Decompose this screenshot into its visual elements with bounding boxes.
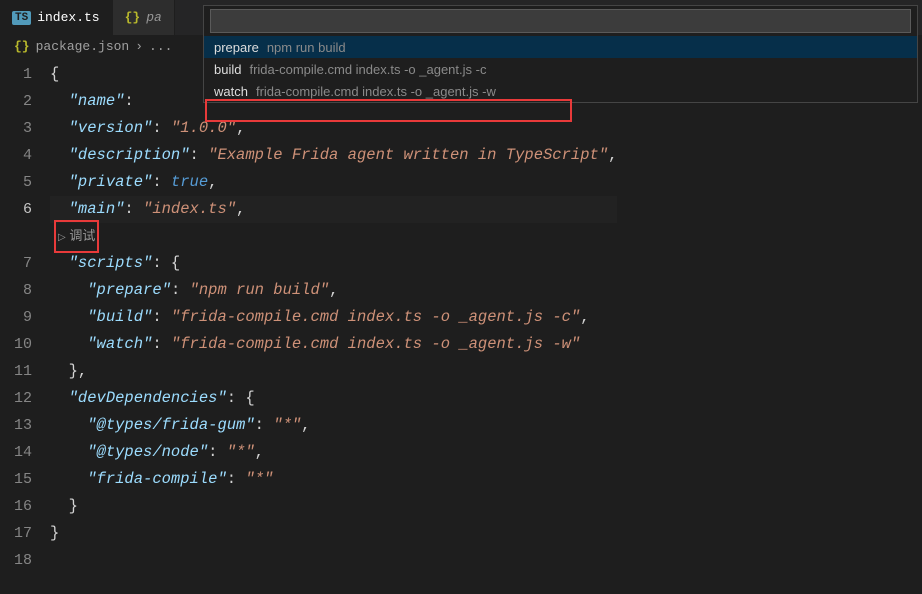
line-number: 4: [0, 142, 32, 169]
tab-package-json[interactable]: {} pa: [113, 0, 175, 35]
line-number: 11: [0, 358, 32, 385]
dropdown-item-prepare[interactable]: prepare npm run build: [204, 36, 917, 58]
breadcrumb-file: package.json: [36, 39, 130, 54]
line-number: 5: [0, 169, 32, 196]
line-number: 18: [0, 547, 32, 574]
codelens-debug[interactable]: ▷ 调试: [50, 223, 617, 250]
json-icon: {}: [125, 10, 141, 25]
ts-icon: TS: [12, 11, 31, 25]
line-number: 6: [0, 196, 32, 223]
dropdown-item-name: watch: [214, 84, 248, 99]
dropdown-item-desc: frida-compile.cmd index.ts -o _agent.js …: [249, 62, 486, 77]
dropdown-item-watch[interactable]: watch frida-compile.cmd index.ts -o _age…: [204, 80, 917, 102]
line-number: 16: [0, 493, 32, 520]
dropdown-item-name: prepare: [214, 40, 259, 55]
command-dropdown: prepare npm run build build frida-compil…: [203, 5, 918, 103]
line-number: 15: [0, 466, 32, 493]
line-number: 3: [0, 115, 32, 142]
tab-label: index.ts: [37, 10, 99, 25]
line-number: 12: [0, 385, 32, 412]
dropdown-item-desc: frida-compile.cmd index.ts -o _agent.js …: [256, 84, 496, 99]
line-number: 7: [0, 250, 32, 277]
dropdown-input[interactable]: [210, 9, 911, 33]
line-number: 14: [0, 439, 32, 466]
line-number: 10: [0, 331, 32, 358]
line-number: 9: [0, 304, 32, 331]
line-number: 13: [0, 412, 32, 439]
tab-label: pa: [146, 10, 162, 25]
play-icon: ▷: [58, 232, 66, 243]
editor: 1 2 3 4 5 6 7 8 9 10 11 12 13 14 15 16 1…: [0, 57, 922, 594]
tab-index-ts[interactable]: TS index.ts: [0, 0, 113, 35]
code-area[interactable]: { "name": "version": "1.0.0", "descripti…: [50, 57, 617, 594]
dropdown-item-build[interactable]: build frida-compile.cmd index.ts -o _age…: [204, 58, 917, 80]
line-number: 2: [0, 88, 32, 115]
dropdown-item-desc: npm run build: [267, 40, 346, 55]
breadcrumb-sep: ›: [135, 39, 143, 54]
line-gutter: 1 2 3 4 5 6 7 8 9 10 11 12 13 14 15 16 1…: [0, 57, 50, 594]
dropdown-item-name: build: [214, 62, 241, 77]
line-number: 8: [0, 277, 32, 304]
line-number: 17: [0, 520, 32, 547]
json-icon: {}: [14, 39, 30, 54]
line-number: 1: [0, 61, 32, 88]
breadcrumb-more: ...: [149, 39, 172, 54]
